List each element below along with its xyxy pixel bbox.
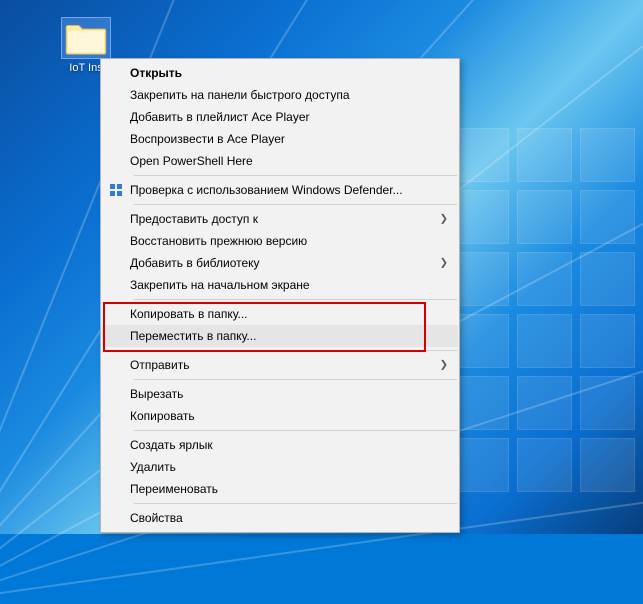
menu-pin-quick-access[interactable]: Закрепить на панели быстрого доступа [102,84,458,106]
menu-separator [134,175,457,176]
menu-add-library[interactable]: Добавить в библиотеку ❯ [102,252,458,274]
menu-send-to-label: Отправить [130,358,458,372]
menu-separator [134,379,457,380]
menu-cut[interactable]: Вырезать [102,383,458,405]
menu-windows-defender[interactable]: Проверка с использованием Windows Defend… [102,179,458,201]
menu-copy-label: Копировать [130,409,458,423]
shield-icon [109,183,123,197]
desktop-folder-label: IoT Ins [69,62,102,74]
menu-open-powershell[interactable]: Open PowerShell Here [102,150,458,172]
menu-copy-to-folder-label: Копировать в папку... [130,307,458,321]
menu-create-shortcut-label: Создать ярлык [130,438,458,452]
chevron-right-icon: ❯ [440,258,448,269]
folder-icon [62,18,110,58]
menu-delete[interactable]: Удалить [102,456,458,478]
menu-add-playlist-label: Добавить в плейлист Ace Player [130,110,458,124]
menu-grant-access[interactable]: Предоставить доступ к ❯ [102,208,458,230]
menu-create-shortcut[interactable]: Создать ярлык [102,434,458,456]
menu-copy[interactable]: Копировать [102,405,458,427]
menu-move-to-folder-label: Переместить в папку... [130,329,458,343]
menu-separator [134,350,457,351]
menu-cut-label: Вырезать [130,387,458,401]
menu-move-to-folder[interactable]: Переместить в папку... [102,325,458,347]
menu-rename[interactable]: Переименовать [102,478,458,500]
menu-rename-label: Переименовать [130,482,458,496]
menu-properties-label: Свойства [130,511,458,525]
menu-properties[interactable]: Свойства [102,507,458,529]
menu-pin-start-label: Закрепить на начальном экране [130,278,458,292]
menu-separator [134,204,457,205]
chevron-right-icon: ❯ [440,360,448,371]
menu-play-ace[interactable]: Воспроизвести в Ace Player [102,128,458,150]
menu-play-ace-label: Воспроизвести в Ace Player [130,132,458,146]
menu-powershell-label: Open PowerShell Here [130,154,458,168]
menu-separator [134,299,457,300]
menu-open[interactable]: Открыть [102,62,458,84]
menu-pin-start[interactable]: Закрепить на начальном экране [102,274,458,296]
menu-pin-quick-label: Закрепить на панели быстрого доступа [130,88,458,102]
menu-add-ace-playlist[interactable]: Добавить в плейлист Ace Player [102,106,458,128]
menu-grant-access-label: Предоставить доступ к [130,212,458,226]
menu-restore-previous[interactable]: Восстановить прежнюю версию [102,230,458,252]
menu-add-library-label: Добавить в библиотеку [130,256,458,270]
menu-copy-to-folder[interactable]: Копировать в папку... [102,303,458,325]
menu-open-label: Открыть [130,66,458,80]
menu-send-to[interactable]: Отправить ❯ [102,354,458,376]
context-menu: Открыть Закрепить на панели быстрого дос… [100,58,460,533]
menu-defender-label: Проверка с использованием Windows Defend… [130,183,458,197]
menu-delete-label: Удалить [130,460,458,474]
menu-separator [134,430,457,431]
menu-restore-prev-label: Восстановить прежнюю версию [130,234,458,248]
chevron-right-icon: ❯ [440,214,448,225]
menu-separator [134,503,457,504]
